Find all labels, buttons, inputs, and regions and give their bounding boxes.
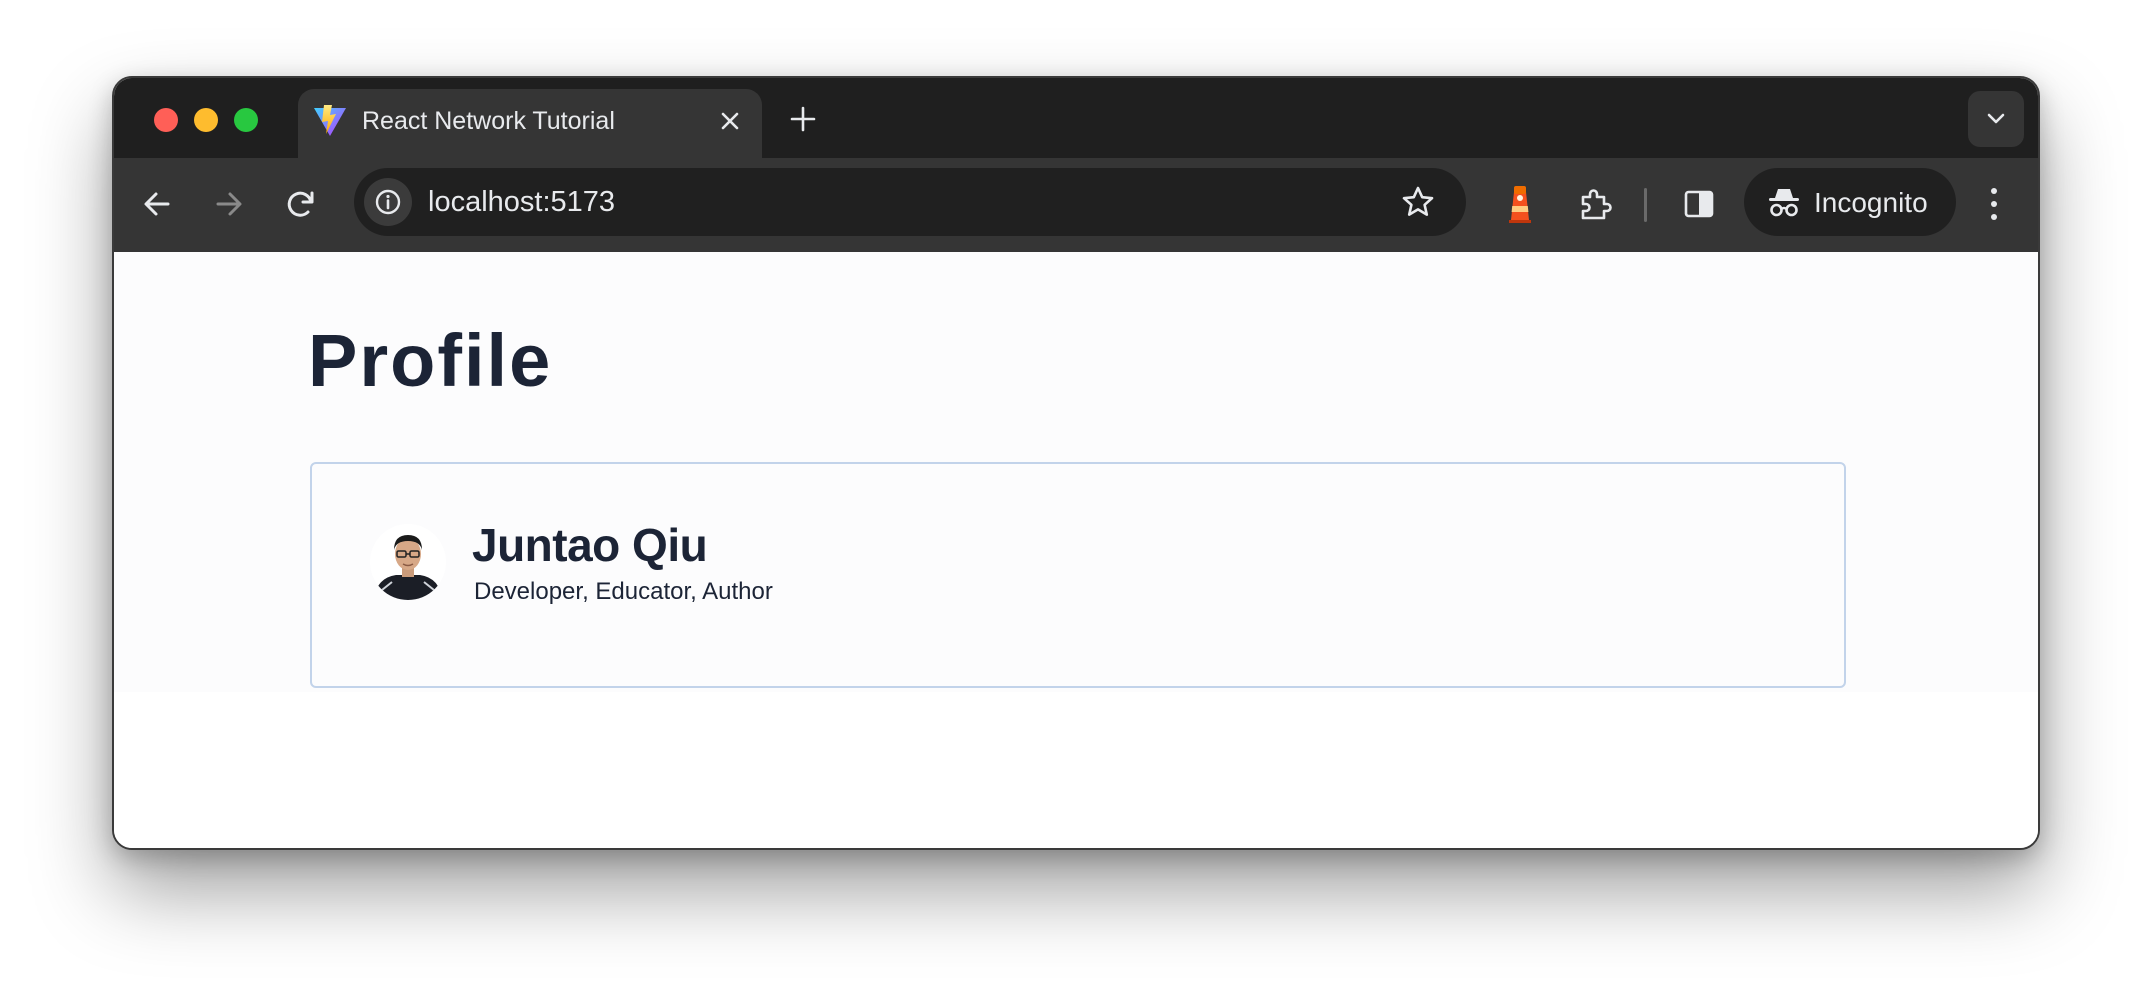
tab-search-button[interactable] <box>1968 91 2024 147</box>
close-icon[interactable] <box>716 107 744 135</box>
profile-card: Juntao Qiu Developer, Educator, Author <box>310 462 1846 688</box>
plus-icon[interactable] <box>786 102 820 136</box>
screen: React Network Tutorial localhost:5173 In… <box>0 0 2152 998</box>
lighthouse-icon[interactable] <box>1500 182 1540 226</box>
avatar-image <box>370 524 446 600</box>
incognito-indicator[interactable]: Incognito <box>1744 168 1956 236</box>
window-maximize-button[interactable] <box>234 108 258 132</box>
page-title: Profile <box>308 319 553 402</box>
profile-name: Juntao Qiu <box>472 519 708 571</box>
page-content: Profile Juntao Qiu Developer, Educator, … <box>114 252 2038 848</box>
browser-toolbar: localhost:5173 Incognito <box>114 158 2038 252</box>
url-text[interactable]: localhost:5173 <box>428 186 615 219</box>
window-minimize-button[interactable] <box>194 108 218 132</box>
side-panel-icon[interactable] <box>1680 185 1718 223</box>
site-info-button[interactable] <box>364 178 412 226</box>
arrow-right-icon[interactable] <box>210 185 248 223</box>
incognito-icon <box>1769 189 1799 217</box>
incognito-label: Incognito <box>1814 187 1928 218</box>
toolbar-divider <box>1644 188 1647 222</box>
window-close-button[interactable] <box>154 108 178 132</box>
chevron-down-icon <box>1987 113 2005 124</box>
profile-bio: Developer, Educator, Author <box>474 578 773 605</box>
info-circle-icon <box>375 189 401 215</box>
arrow-left-icon[interactable] <box>138 185 176 223</box>
tab-title: React Network Tutorial <box>362 107 615 135</box>
tab-active[interactable]: React Network Tutorial <box>298 89 762 158</box>
reload-icon[interactable] <box>282 185 320 223</box>
star-icon[interactable] <box>1400 184 1436 220</box>
tab-strip: React Network Tutorial <box>114 78 2038 158</box>
puzzle-icon[interactable] <box>1576 185 1614 223</box>
address-bar[interactable]: localhost:5173 <box>354 168 1466 236</box>
avatar <box>370 524 446 600</box>
vite-logo-icon <box>314 105 346 136</box>
browser-window: React Network Tutorial localhost:5173 In… <box>112 76 2040 850</box>
kebab-menu-icon[interactable] <box>1984 182 2004 226</box>
